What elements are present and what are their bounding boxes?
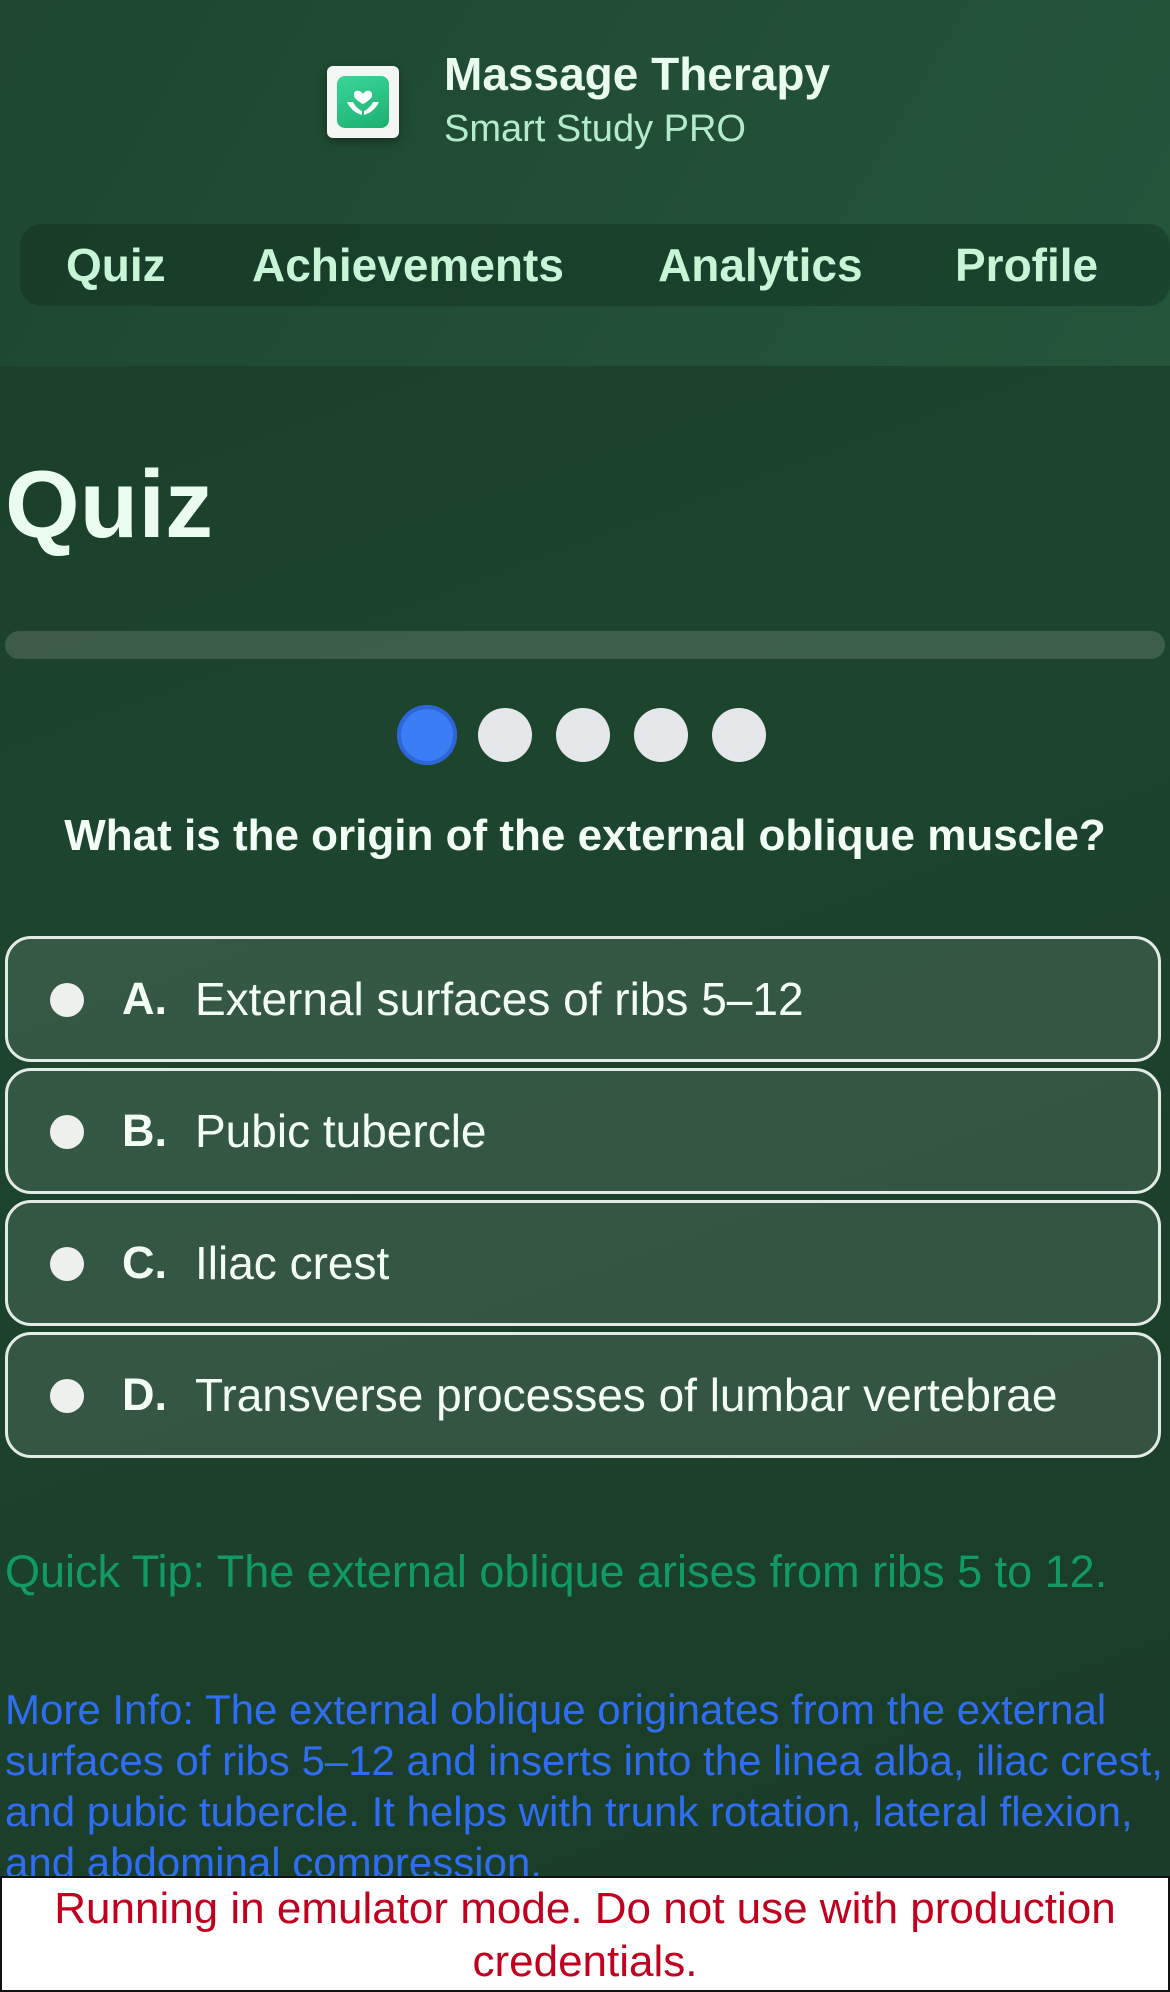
more-info: More Info: The external oblique originat… [5, 1686, 1163, 1876]
quick-tip: Quick Tip: The external oblique arises f… [5, 1546, 1108, 1597]
question-dot-3[interactable] [556, 708, 610, 762]
hands-heart-icon [327, 66, 399, 138]
question-dot-5[interactable] [712, 708, 766, 762]
question-dot-1[interactable] [397, 705, 457, 765]
option-text: Iliac crest [195, 1237, 390, 1289]
answer-option-c[interactable]: C. Iliac crest [5, 1200, 1161, 1326]
option-letter: D. [122, 1369, 167, 1420]
radio-button[interactable] [50, 1115, 84, 1149]
app-subtitle: Smart Study PRO [444, 108, 746, 150]
radio-button[interactable] [50, 1379, 84, 1413]
question-text: What is the origin of the external obliq… [64, 811, 1106, 860]
question-dot-2[interactable] [478, 708, 532, 762]
option-letter: A. [122, 973, 167, 1024]
answer-option-b[interactable]: B. Pubic tubercle [5, 1068, 1161, 1194]
option-text: Transverse processes of lumbar vertebrae [195, 1369, 1058, 1421]
question-dot-4[interactable] [634, 708, 688, 762]
option-letter: B. [122, 1105, 167, 1156]
option-letter: C. [122, 1237, 167, 1288]
option-text: External surfaces of ribs 5–12 [195, 973, 804, 1025]
emulator-warning-banner: Running in emulator mode. Do not use wit… [0, 1876, 1170, 1992]
nav-item-quiz[interactable]: Quiz [66, 224, 166, 306]
app-header: Massage Therapy Smart Study PRO Quiz Ach… [0, 0, 1170, 366]
app-title: Massage Therapy [444, 48, 831, 100]
radio-button[interactable] [50, 1247, 84, 1281]
radio-button[interactable] [50, 983, 84, 1017]
nav-item-profile[interactable]: Profile [955, 224, 1098, 306]
question-dots [0, 705, 1170, 765]
nav-item-analytics[interactable]: Analytics [658, 224, 863, 306]
main-nav: Quiz Achievements Analytics Profile [20, 224, 1170, 306]
answer-option-a[interactable]: A. External surfaces of ribs 5–12 [5, 936, 1161, 1062]
progress-bar [5, 631, 1165, 659]
option-text: Pubic tubercle [195, 1105, 487, 1157]
brand: Massage Therapy Smart Study PRO [327, 48, 830, 156]
answer-option-d[interactable]: D. Transverse processes of lumbar verteb… [5, 1332, 1161, 1458]
page-title: Quiz [5, 451, 213, 558]
nav-item-achievements[interactable]: Achievements [252, 224, 564, 306]
